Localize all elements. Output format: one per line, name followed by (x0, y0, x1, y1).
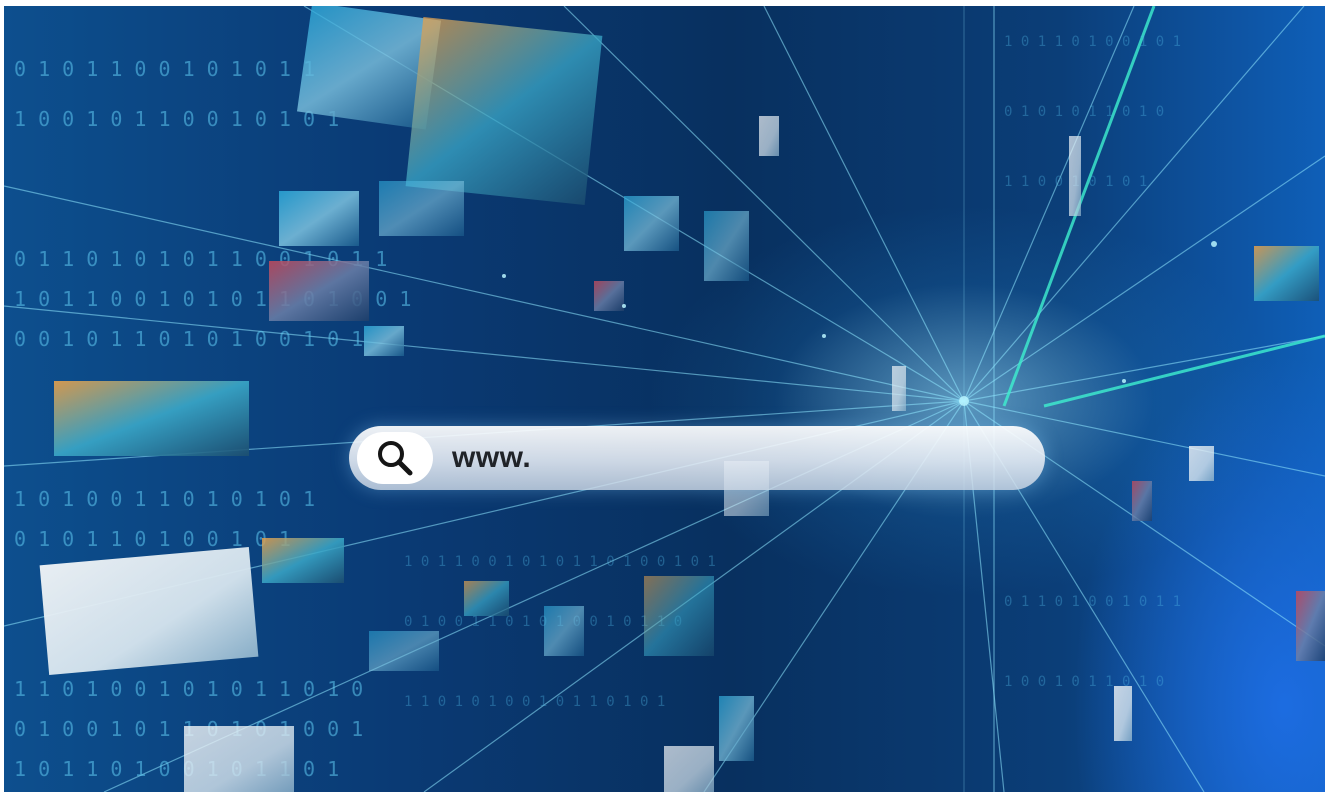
svg-text:0 0 1 0 1 1 0 1 0 1 0 0 1 0 1: 0 0 1 0 1 1 0 1 0 1 0 0 1 0 1 (14, 327, 363, 351)
svg-text:1 0 0 1 0 1 1 0 0 1 0 1 0 1: 1 0 0 1 0 1 1 0 0 1 0 1 0 1 (14, 107, 339, 131)
svg-text:0 1 0 1 1 0 1 0 0 1 0 1: 0 1 0 1 1 0 1 0 0 1 0 1 (14, 527, 291, 551)
svg-text:0 1 1 0 1 0 0 1 0 1 1: 0 1 1 0 1 0 0 1 0 1 1 (1004, 594, 1181, 610)
svg-text:1 0 1 1 0 1 0 0 1 0 1: 1 0 1 1 0 1 0 0 1 0 1 (1004, 34, 1181, 50)
svg-text:0 1 0 0 1 1 0 1 0 1 0 0 1 0 1: 0 1 0 0 1 1 0 1 0 1 0 0 1 0 1 1 0 (404, 614, 682, 630)
search-bar[interactable]: www. (349, 426, 1045, 490)
svg-text:1 0 1 1 0 0 1 0 1 0 1 1 0 1 0: 1 0 1 1 0 0 1 0 1 0 1 1 0 1 0 0 1 0 1 (404, 554, 716, 570)
svg-text:1 1 0 1 0 1 0 0 1 0 1 1 0 1 0: 1 1 0 1 0 1 0 0 1 0 1 1 0 1 0 1 (404, 694, 665, 710)
svg-text:0 1 0 1 0 1 1 0 1 0: 0 1 0 1 0 1 1 0 1 0 (1004, 104, 1164, 120)
svg-text:1 1 0 1 0 0 1 0 1 0 1 1 0 1 0: 1 1 0 1 0 0 1 0 1 0 1 1 0 1 0 (14, 677, 363, 701)
search-input-text[interactable]: www. (452, 440, 531, 476)
svg-text:0 1 0 1 1 0 0 1 0 1 0 1 1: 0 1 0 1 1 0 0 1 0 1 0 1 1 (14, 57, 315, 81)
data-stream-graphics: 0 1 0 1 1 0 0 1 0 1 0 1 1 1 0 0 1 0 1 1 … (4, 6, 1325, 792)
digital-background: 0 1 0 1 1 0 0 1 0 1 0 1 1 1 0 0 1 0 1 1 … (4, 6, 1325, 792)
search-button[interactable] (357, 432, 433, 484)
svg-text:1 0 0 1 0 1 1 0 1 0: 1 0 0 1 0 1 1 0 1 0 (1004, 674, 1164, 690)
svg-text:1 0 1 0 0 1 1 0 1 0 1 0 1: 1 0 1 0 0 1 1 0 1 0 1 0 1 (14, 487, 315, 511)
magnifier-icon (378, 441, 413, 476)
